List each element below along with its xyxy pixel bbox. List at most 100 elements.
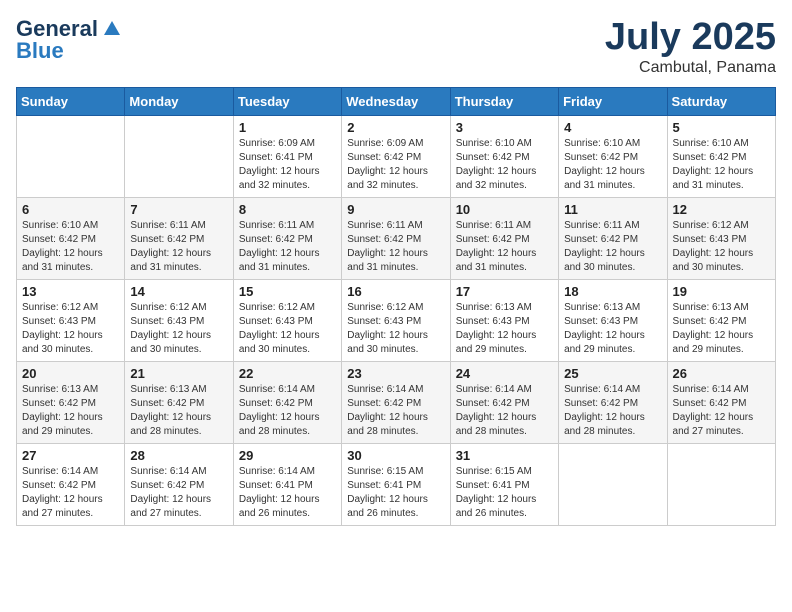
calendar-cell: 2 Sunrise: 6:09 AM Sunset: 6:42 PM Daylig… xyxy=(342,116,450,198)
day-number: 1 xyxy=(239,120,336,135)
calendar-cell: 7 Sunrise: 6:11 AM Sunset: 6:42 PM Daylig… xyxy=(125,198,233,280)
logo: General Blue xyxy=(16,16,122,64)
day-info: Sunrise: 6:11 AM Sunset: 6:42 PM Dayligh… xyxy=(456,219,553,275)
day-number: 16 xyxy=(347,284,444,299)
day-info: Sunrise: 6:11 AM Sunset: 6:42 PM Dayligh… xyxy=(564,219,661,275)
day-number: 14 xyxy=(130,284,227,299)
calendar-week-row: 27 Sunrise: 6:14 AM Sunset: 6:42 PM Dayli… xyxy=(17,444,776,526)
day-number: 20 xyxy=(22,366,119,381)
day-number: 18 xyxy=(564,284,661,299)
logo-icon xyxy=(102,19,122,39)
day-info: Sunrise: 6:09 AM Sunset: 6:42 PM Dayligh… xyxy=(347,137,444,193)
day-number: 24 xyxy=(456,366,553,381)
day-info: Sunrise: 6:12 AM Sunset: 6:43 PM Dayligh… xyxy=(130,301,227,357)
calendar-cell: 31Sunrise: 6:15 AM Sunset: 6:41 PM Dayli… xyxy=(450,444,558,526)
calendar-cell: 27 Sunrise: 6:14 AM Sunset: 6:42 PM Dayli… xyxy=(17,444,125,526)
calendar-cell: 16 Sunrise: 6:12 AM Sunset: 6:43 PM Dayli… xyxy=(342,280,450,362)
day-number: 10 xyxy=(456,202,553,217)
day-number: 26 xyxy=(673,366,770,381)
day-info: Sunrise: 6:13 AM Sunset: 6:42 PM Dayligh… xyxy=(130,383,227,439)
day-info: Sunrise: 6:11 AM Sunset: 6:42 PM Dayligh… xyxy=(347,219,444,275)
day-number: 21 xyxy=(130,366,227,381)
calendar-week-row: 13 Sunrise: 6:12 AM Sunset: 6:43 PM Dayli… xyxy=(17,280,776,362)
day-info: Sunrise: 6:09 AM Sunset: 6:41 PM Dayligh… xyxy=(239,137,336,193)
day-info: Sunrise: 6:14 AM Sunset: 6:42 PM Dayligh… xyxy=(239,383,336,439)
day-number: 7 xyxy=(130,202,227,217)
day-info: Sunrise: 6:15 AM Sunset: 6:41 PM Dayligh… xyxy=(347,465,444,521)
day-info: Sunrise: 6:10 AM Sunset: 6:42 PM Dayligh… xyxy=(673,137,770,193)
calendar-cell: 11 Sunrise: 6:11 AM Sunset: 6:42 PM Dayli… xyxy=(559,198,667,280)
day-number: 30 xyxy=(347,448,444,463)
day-info: Sunrise: 6:13 AM Sunset: 6:43 PM Dayligh… xyxy=(456,301,553,357)
day-number: 9 xyxy=(347,202,444,217)
day-number: 17 xyxy=(456,284,553,299)
day-info: Sunrise: 6:12 AM Sunset: 6:43 PM Dayligh… xyxy=(673,219,770,275)
day-number: 23 xyxy=(347,366,444,381)
day-info: Sunrise: 6:12 AM Sunset: 6:43 PM Dayligh… xyxy=(22,301,119,357)
day-info: Sunrise: 6:12 AM Sunset: 6:43 PM Dayligh… xyxy=(347,301,444,357)
calendar-header-row: SundayMondayTuesdayWednesdayThursdayFrid… xyxy=(17,88,776,116)
day-number: 8 xyxy=(239,202,336,217)
day-number: 5 xyxy=(673,120,770,135)
day-number: 12 xyxy=(673,202,770,217)
calendar-cell: 14 Sunrise: 6:12 AM Sunset: 6:43 PM Dayli… xyxy=(125,280,233,362)
day-info: Sunrise: 6:14 AM Sunset: 6:42 PM Dayligh… xyxy=(673,383,770,439)
calendar-cell: 6 Sunrise: 6:10 AM Sunset: 6:42 PM Daylig… xyxy=(17,198,125,280)
logo-blue-text: Blue xyxy=(16,38,64,64)
calendar-cell xyxy=(125,116,233,198)
calendar-cell: 29 Sunrise: 6:14 AM Sunset: 6:41 PM Dayli… xyxy=(233,444,341,526)
day-number: 22 xyxy=(239,366,336,381)
page-header: General Blue July 2025 Cambutal, Panama xyxy=(16,16,776,77)
calendar-cell: 22 Sunrise: 6:14 AM Sunset: 6:42 PM Dayli… xyxy=(233,362,341,444)
weekday-header-wednesday: Wednesday xyxy=(342,88,450,116)
weekday-header-saturday: Saturday xyxy=(667,88,775,116)
day-info: Sunrise: 6:11 AM Sunset: 6:42 PM Dayligh… xyxy=(130,219,227,275)
calendar-week-row: 6 Sunrise: 6:10 AM Sunset: 6:42 PM Daylig… xyxy=(17,198,776,280)
day-info: Sunrise: 6:13 AM Sunset: 6:42 PM Dayligh… xyxy=(22,383,119,439)
calendar-cell: 24 Sunrise: 6:14 AM Sunset: 6:42 PM Dayli… xyxy=(450,362,558,444)
day-info: Sunrise: 6:10 AM Sunset: 6:42 PM Dayligh… xyxy=(456,137,553,193)
weekday-header-tuesday: Tuesday xyxy=(233,88,341,116)
calendar-cell: 5 Sunrise: 6:10 AM Sunset: 6:42 PM Daylig… xyxy=(667,116,775,198)
day-number: 6 xyxy=(22,202,119,217)
calendar-table: SundayMondayTuesdayWednesdayThursdayFrid… xyxy=(16,87,776,526)
calendar-cell: 23 Sunrise: 6:14 AM Sunset: 6:42 PM Dayli… xyxy=(342,362,450,444)
day-number: 27 xyxy=(22,448,119,463)
calendar-cell: 15Sunrise: 6:12 AM Sunset: 6:43 PM Dayli… xyxy=(233,280,341,362)
day-info: Sunrise: 6:14 AM Sunset: 6:42 PM Dayligh… xyxy=(22,465,119,521)
calendar-cell: 18 Sunrise: 6:13 AM Sunset: 6:43 PM Dayli… xyxy=(559,280,667,362)
day-info: Sunrise: 6:13 AM Sunset: 6:43 PM Dayligh… xyxy=(564,301,661,357)
day-number: 19 xyxy=(673,284,770,299)
day-info: Sunrise: 6:14 AM Sunset: 6:42 PM Dayligh… xyxy=(456,383,553,439)
calendar-cell: 12 Sunrise: 6:12 AM Sunset: 6:43 PM Dayli… xyxy=(667,198,775,280)
calendar-week-row: 1 Sunrise: 6:09 AM Sunset: 6:41 PM Daylig… xyxy=(17,116,776,198)
calendar-cell: 13 Sunrise: 6:12 AM Sunset: 6:43 PM Dayli… xyxy=(17,280,125,362)
day-info: Sunrise: 6:14 AM Sunset: 6:42 PM Dayligh… xyxy=(347,383,444,439)
calendar-cell: 3 Sunrise: 6:10 AM Sunset: 6:42 PM Daylig… xyxy=(450,116,558,198)
day-info: Sunrise: 6:10 AM Sunset: 6:42 PM Dayligh… xyxy=(22,219,119,275)
calendar-cell: 25Sunrise: 6:14 AM Sunset: 6:42 PM Dayli… xyxy=(559,362,667,444)
day-number: 28 xyxy=(130,448,227,463)
day-info: Sunrise: 6:14 AM Sunset: 6:41 PM Dayligh… xyxy=(239,465,336,521)
weekday-header-thursday: Thursday xyxy=(450,88,558,116)
calendar-cell: 1 Sunrise: 6:09 AM Sunset: 6:41 PM Daylig… xyxy=(233,116,341,198)
calendar-cell: 17 Sunrise: 6:13 AM Sunset: 6:43 PM Dayli… xyxy=(450,280,558,362)
day-number: 13 xyxy=(22,284,119,299)
day-number: 3 xyxy=(456,120,553,135)
day-info: Sunrise: 6:11 AM Sunset: 6:42 PM Dayligh… xyxy=(239,219,336,275)
calendar-cell xyxy=(559,444,667,526)
day-number: 29 xyxy=(239,448,336,463)
day-number: 2 xyxy=(347,120,444,135)
calendar-cell: 21 Sunrise: 6:13 AM Sunset: 6:42 PM Dayli… xyxy=(125,362,233,444)
month-title: July 2025 xyxy=(605,16,776,59)
day-info: Sunrise: 6:13 AM Sunset: 6:42 PM Dayligh… xyxy=(673,301,770,357)
calendar-cell: 26 Sunrise: 6:14 AM Sunset: 6:42 PM Dayli… xyxy=(667,362,775,444)
day-number: 15 xyxy=(239,284,336,299)
calendar-cell: 9 Sunrise: 6:11 AM Sunset: 6:42 PM Daylig… xyxy=(342,198,450,280)
day-number: 11 xyxy=(564,202,661,217)
day-number: 25 xyxy=(564,366,661,381)
weekday-header-sunday: Sunday xyxy=(17,88,125,116)
day-info: Sunrise: 6:10 AM Sunset: 6:42 PM Dayligh… xyxy=(564,137,661,193)
day-info: Sunrise: 6:15 AM Sunset: 6:41 PM Dayligh… xyxy=(456,465,553,521)
calendar-cell xyxy=(667,444,775,526)
